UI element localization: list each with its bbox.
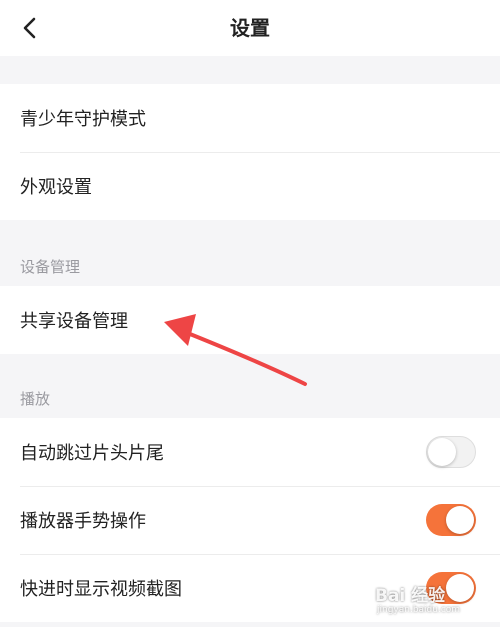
section-label-playback: 播放	[20, 390, 51, 408]
settings-group-playback: 自动跳过片头片尾 播放器手势操作 快进时显示视频截图	[0, 418, 500, 622]
teen-mode-item[interactable]: 青少年守护模式	[0, 84, 500, 152]
appearance-settings-label: 外观设置	[20, 177, 92, 198]
seek-preview-toggle[interactable]	[426, 572, 476, 604]
player-gesture-toggle[interactable]	[426, 504, 476, 536]
toggle-knob	[446, 506, 474, 534]
toggle-knob	[428, 438, 456, 466]
shared-device-management-item[interactable]: 共享设备管理	[0, 286, 500, 354]
player-gesture-label: 播放器手势操作	[20, 511, 146, 532]
section-label-device: 设备管理	[20, 258, 81, 276]
seek-preview-item: 快进时显示视频截图	[0, 554, 500, 622]
toggle-knob	[446, 574, 474, 602]
seek-preview-label: 快进时显示视频截图	[20, 579, 182, 600]
appearance-settings-item[interactable]: 外观设置	[0, 152, 500, 220]
settings-group-general: 青少年守护模式 外观设置	[0, 84, 500, 220]
player-gesture-item: 播放器手势操作	[0, 486, 500, 554]
skip-intro-outro-label: 自动跳过片头片尾	[20, 443, 164, 464]
teen-mode-label: 青少年守护模式	[20, 109, 146, 130]
skip-intro-outro-toggle[interactable]	[426, 436, 476, 468]
top-nav-bar: 设置	[0, 0, 500, 56]
page-title: 设置	[230, 16, 270, 40]
shared-device-management-label: 共享设备管理	[20, 311, 128, 332]
skip-intro-outro-item: 自动跳过片头片尾	[0, 418, 500, 486]
settings-group-device: 共享设备管理	[0, 286, 500, 354]
